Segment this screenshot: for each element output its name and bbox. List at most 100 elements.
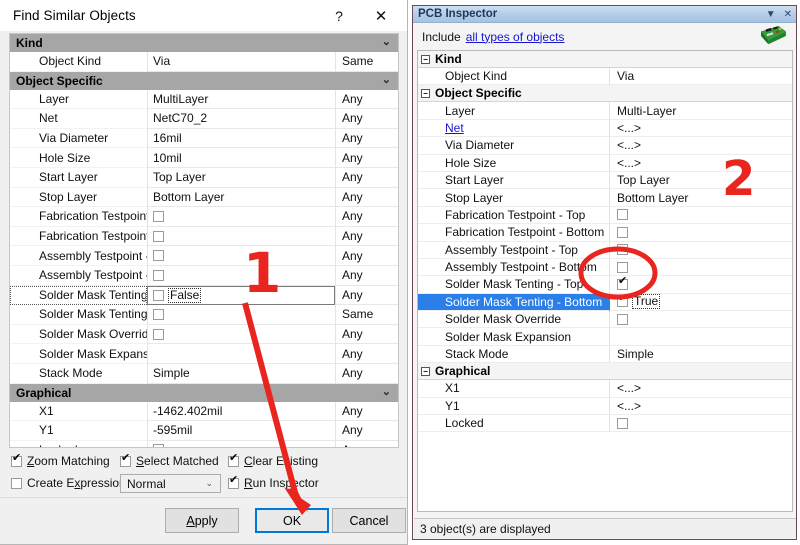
inspector-property-value[interactable]	[610, 259, 792, 277]
property-row[interactable]: Solder Mask Expansion Any	[10, 344, 398, 364]
inspector-property-value[interactable]: True	[610, 293, 792, 312]
section-header[interactable]: Graphical ⌄	[10, 383, 398, 402]
inspector-property-row[interactable]: Object Kind Via	[418, 68, 792, 86]
inspector-property-value[interactable]: Via	[610, 68, 792, 86]
inspector-section-header[interactable]: − Kind	[418, 51, 792, 68]
inspector-property-value[interactable]	[610, 207, 792, 225]
inspector-property-value[interactable]: <...>	[610, 155, 792, 172]
inspector-property-row[interactable]: Assembly Testpoint - Top	[418, 241, 792, 259]
option-zoom-matching[interactable]: Zoom Matching	[11, 453, 110, 468]
property-value[interactable]: -1462.402mil	[147, 401, 335, 422]
property-row[interactable]: Via Diameter 16mil Any	[10, 128, 398, 149]
property-checkbox[interactable]	[153, 308, 164, 320]
zoom-matching-checkbox[interactable]	[11, 453, 22, 467]
property-match-mode[interactable]: Any	[335, 226, 398, 247]
close-icon[interactable]: ✕	[360, 0, 402, 31]
collapse-icon[interactable]: −	[421, 54, 430, 64]
property-match-mode[interactable]: Any	[335, 167, 398, 188]
inspector-property-value[interactable]: <...>	[610, 120, 792, 138]
inspector-property-value[interactable]: Bottom Layer	[610, 189, 792, 207]
collapse-icon[interactable]: −	[421, 88, 430, 98]
clear-existing-checkbox[interactable]	[228, 453, 239, 467]
inspector-property-row[interactable]: Solder Mask Expansion	[418, 328, 792, 346]
property-row[interactable]: X1 -1462.402mil Any	[10, 401, 398, 422]
inspector-property-row[interactable]: Net <...>	[418, 119, 792, 138]
property-value[interactable]: Bottom Layer	[147, 187, 335, 208]
property-value[interactable]: Top Layer	[147, 167, 335, 188]
create-expression-checkbox[interactable]	[11, 477, 22, 489]
property-match-mode[interactable]: Any	[335, 148, 398, 168]
property-value[interactable]: NetC70_2	[147, 109, 335, 129]
select-matched-checkbox[interactable]	[120, 453, 131, 467]
inspector-section-header[interactable]: − Graphical	[418, 363, 792, 381]
option-create-expression[interactable]: Create Expression	[11, 476, 126, 490]
property-value[interactable]: 16mil	[147, 128, 335, 149]
property-row[interactable]: Net NetC70_2 Any	[10, 109, 398, 129]
property-checkbox[interactable]	[153, 289, 164, 301]
inspector-property-checkbox[interactable]	[617, 244, 628, 256]
inspector-property-value[interactable]	[610, 415, 792, 433]
property-match-mode[interactable]: Any	[335, 207, 398, 227]
property-match-mode[interactable]: Same	[335, 305, 398, 325]
inspector-section-header[interactable]: − Object Specific	[418, 85, 792, 103]
property-row[interactable]: Stop Layer Bottom Layer Any	[10, 187, 398, 208]
property-row[interactable]: Stack Mode Simple Any	[10, 363, 398, 384]
inspector-property-value[interactable]: Simple	[610, 346, 792, 364]
inspector-property-row[interactable]: Fabrication Testpoint - Top	[418, 206, 792, 225]
property-match-mode[interactable]: Any	[335, 187, 398, 208]
inspector-property-value[interactable]	[610, 328, 792, 346]
inspector-property-name[interactable]: Net	[418, 119, 610, 138]
inspector-property-value[interactable]: Top Layer	[610, 172, 792, 190]
property-value[interactable]	[147, 207, 335, 227]
inspector-property-value[interactable]	[610, 276, 792, 294]
inspector-property-checkbox[interactable]	[617, 293, 628, 308]
property-row[interactable]: Hole Size 10mil Any	[10, 148, 398, 168]
inspector-property-checkbox[interactable]	[617, 313, 628, 325]
property-checkbox[interactable]	[153, 269, 164, 281]
inspector-property-row[interactable]: Solder Mask Tenting - Bottom True	[418, 293, 792, 312]
property-match-mode[interactable]: Any	[335, 440, 398, 447]
include-types-link[interactable]: all types of objects	[466, 30, 565, 44]
property-match-mode[interactable]: Any	[335, 265, 398, 286]
collapse-icon[interactable]: −	[421, 366, 430, 376]
cancel-button[interactable]: Cancel	[332, 508, 406, 533]
chevron-down-icon[interactable]: ⌄	[382, 73, 391, 86]
property-checkbox[interactable]	[153, 328, 164, 340]
option-run-inspector[interactable]: Run Inspector	[228, 475, 319, 490]
close-icon[interactable]: ✕	[784, 9, 792, 20]
inspector-property-checkbox[interactable]	[617, 417, 628, 429]
property-match-mode[interactable]: Any	[335, 246, 398, 266]
property-match-mode[interactable]: Any	[335, 344, 398, 364]
properties-grid[interactable]: Kind ⌄ Object Kind Via Same Object Specific ⌄ L…	[9, 33, 399, 448]
property-checkbox[interactable]	[153, 444, 164, 447]
property-checkbox[interactable]	[153, 250, 164, 262]
section-header[interactable]: Kind ⌄	[10, 34, 398, 52]
inspector-property-value[interactable]	[610, 224, 792, 242]
inspector-property-row[interactable]: X1 <...>	[418, 380, 792, 398]
property-value[interactable]: MultiLayer	[147, 89, 335, 110]
inspector-property-row[interactable]: Stack Mode Simple	[418, 345, 792, 364]
inspector-property-row[interactable]: Solder Mask Tenting - Top	[418, 276, 792, 294]
inspector-property-row[interactable]: Layer Multi-Layer	[418, 102, 792, 120]
property-match-mode[interactable]: Any	[335, 363, 398, 384]
section-header[interactable]: Object Specific ⌄	[10, 71, 398, 90]
property-row[interactable]: Solder Mask Tenting - T False Any	[10, 285, 398, 306]
apply-button[interactable]: Apply	[165, 508, 239, 533]
help-icon[interactable]: ?	[318, 0, 360, 31]
inspector-property-value[interactable]	[610, 242, 792, 259]
property-value[interactable]: Simple	[147, 363, 335, 384]
run-inspector-checkbox[interactable]	[228, 475, 239, 489]
property-value[interactable]: Via	[147, 52, 335, 72]
inspector-property-row[interactable]: Locked	[418, 415, 792, 433]
option-clear-existing[interactable]: Clear Existing	[228, 453, 318, 468]
inspector-property-value[interactable]: <...>	[610, 380, 792, 398]
mode-select[interactable]: Normal ⌄	[120, 474, 221, 493]
property-value[interactable]	[147, 324, 335, 345]
property-checkbox[interactable]	[153, 210, 164, 222]
property-row[interactable]: Solder Mask Tenting - B Same	[10, 305, 398, 325]
property-value[interactable]: -595mil	[147, 421, 335, 441]
inspector-property-row[interactable]: Assembly Testpoint - Bottom	[418, 258, 792, 277]
inspector-property-value[interactable]: Multi-Layer	[610, 102, 792, 120]
property-match-mode[interactable]: Any	[335, 401, 398, 422]
property-value[interactable]: 10mil	[147, 148, 335, 168]
